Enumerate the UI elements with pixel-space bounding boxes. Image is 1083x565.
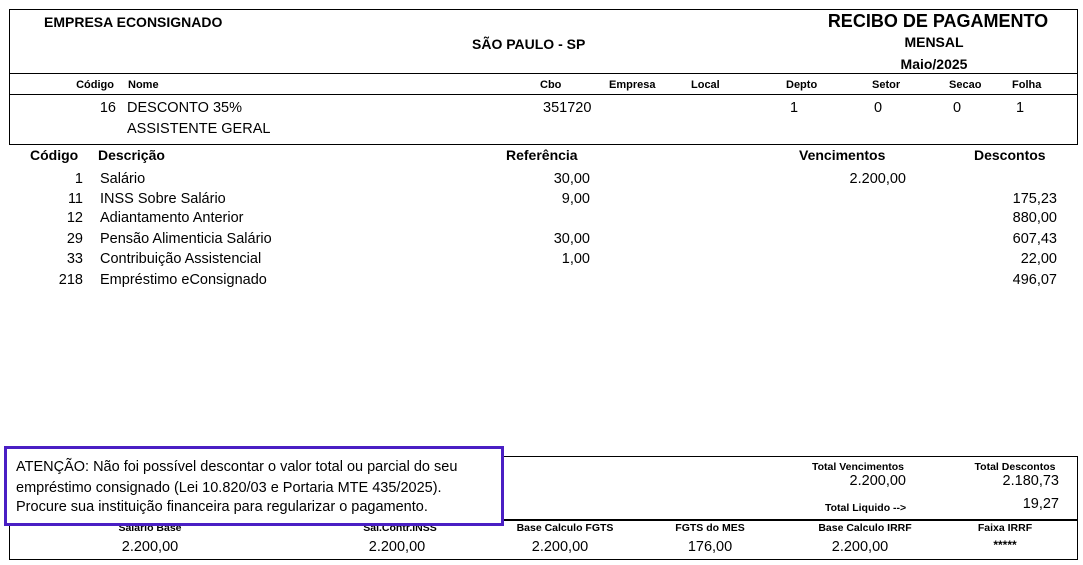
total-vencimentos-label: Total Vencimentos	[812, 461, 904, 473]
item-3-descricao: Pensão Alimenticia Salário	[100, 231, 272, 247]
base-irrf-label: Base Calculo IRRF	[818, 522, 912, 534]
item-2-descontos: 880,00	[1012, 210, 1057, 226]
emp-col-secao: Secao	[949, 79, 982, 91]
item-0-descricao: Salário	[100, 171, 146, 187]
total-liquido-value: 19,27	[1022, 496, 1059, 512]
fgts-mes-value: 176,00	[687, 539, 733, 555]
item-0-codigo: 1	[74, 171, 83, 187]
emp-col-local: Local	[691, 79, 720, 91]
emp-col-nome: Nome	[128, 79, 159, 91]
notice-line-2: empréstimo consignado (Lei 10.820/03 e P…	[16, 480, 442, 496]
item-2-codigo: 12	[66, 210, 83, 226]
item-4-referencia: 1,00	[561, 251, 590, 267]
item-5-descontos: 496,07	[1012, 272, 1057, 288]
item-4-codigo: 33	[66, 251, 83, 267]
item-3-descontos: 607,43	[1012, 231, 1057, 247]
sal-contr-inss-value: 2.200,00	[368, 539, 426, 555]
emp-col-cbo: Cbo	[540, 79, 562, 91]
emp-col-empresa: Empresa	[609, 79, 656, 91]
items-col-descricao: Descrição	[98, 147, 165, 163]
item-5-descricao: Empréstimo eConsignado	[100, 272, 267, 288]
emp-col-depto: Depto	[786, 79, 818, 91]
item-3-referencia: 30,00	[553, 231, 590, 247]
emp-col-folha: Folha	[1012, 79, 1042, 91]
item-1-referencia: 9,00	[561, 191, 590, 207]
base-fgts-value: 2.200,00	[531, 539, 589, 555]
item-5-codigo: 218	[58, 272, 83, 288]
total-descontos-label: Total Descontos	[974, 461, 1056, 473]
total-liquido-label: Total Liquido -->	[825, 502, 907, 514]
notice-line-1: ATENÇÃO: Não foi possível descontar o va…	[16, 459, 458, 475]
faixa-irrf-value: *****	[993, 538, 1017, 552]
employee-secao: 0	[953, 100, 962, 116]
base-irrf-value: 2.200,00	[831, 539, 889, 555]
company-name: EMPRESA ECONSIGNADO	[44, 14, 223, 30]
item-3-codigo: 29	[66, 231, 83, 247]
emp-col-setor: Setor	[872, 79, 901, 91]
employee-setor: 0	[874, 100, 883, 116]
item-0-vencimentos: 2.200,00	[849, 171, 906, 187]
item-1-codigo: 11	[67, 191, 83, 207]
item-1-descontos: 175,23	[1012, 191, 1057, 207]
employee-cargo: ASSISTENTE GERAL	[127, 121, 271, 137]
total-descontos-value: 2.180,73	[1002, 473, 1059, 489]
receipt-title: RECIBO DE PAGAMENTO	[827, 11, 1049, 31]
employee-codigo: 16	[99, 100, 116, 116]
items-col-codigo: Código	[30, 147, 79, 163]
employee-folha: 1	[1016, 100, 1025, 116]
salario-base-value: 2.200,00	[121, 539, 179, 555]
base-fgts-label: Base Calculo FGTS	[516, 522, 614, 534]
receipt-subtitle: MENSAL	[904, 34, 964, 50]
fgts-mes-label: FGTS do MES	[675, 522, 745, 534]
emp-col-codigo: Código	[76, 79, 114, 91]
employee-nome: DESCONTO 35%	[127, 100, 242, 116]
receipt-period: Maio/2025	[900, 56, 968, 72]
total-vencimentos-value: 2.200,00	[849, 473, 906, 489]
header-divider-1	[9, 73, 1078, 74]
header-divider-2	[9, 94, 1078, 95]
notice-line-3: Procure sua instituição financeira para …	[16, 499, 428, 515]
item-1-descricao: INSS Sobre Salário	[100, 191, 226, 207]
employee-depto: 1	[790, 100, 799, 116]
employee-cbo: 351720	[543, 100, 592, 116]
items-col-referencia: Referência	[506, 147, 578, 163]
item-4-descricao: Contribuição Assistencial	[100, 251, 262, 267]
item-0-referencia: 30,00	[553, 171, 590, 187]
item-4-descontos: 22,00	[1020, 251, 1057, 267]
city-state: SÃO PAULO - SP	[472, 36, 586, 52]
items-col-vencimentos: Vencimentos	[799, 147, 886, 163]
item-2-descricao: Adiantamento Anterior	[100, 210, 244, 226]
items-col-descontos: Descontos	[974, 147, 1046, 163]
faixa-irrf-label: Faixa IRRF	[977, 522, 1033, 534]
